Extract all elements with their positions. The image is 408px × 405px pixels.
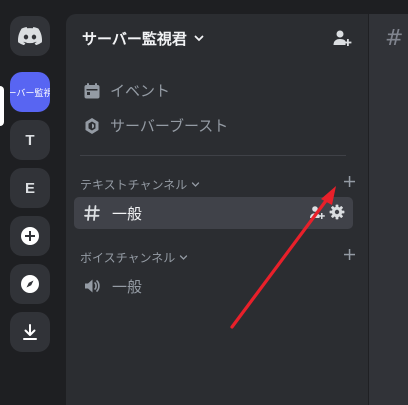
- server-name: サーバー監視君: [82, 29, 187, 48]
- chevron-down-icon: [192, 181, 200, 187]
- server-icon-e[interactable]: E: [10, 168, 50, 208]
- invite-people-button[interactable]: [332, 28, 352, 52]
- server-icon-t[interactable]: T: [10, 120, 50, 160]
- channel-settings-button[interactable]: [329, 204, 345, 224]
- events-item[interactable]: イベント: [82, 80, 170, 101]
- server-icon-t-label: T: [25, 131, 35, 149]
- category-label: テキストチャンネル: [80, 177, 188, 192]
- plus-icon: [344, 249, 355, 260]
- invite-to-channel-button[interactable]: [309, 204, 325, 224]
- server-icon-e-label: E: [24, 179, 35, 197]
- voice-channels-category[interactable]: ボイスチャンネル: [80, 247, 356, 267]
- server-boost-label: サーバーブースト: [110, 117, 229, 135]
- chevron-down-icon: [194, 35, 204, 42]
- chevron-down-icon: [180, 254, 188, 260]
- category-label: ボイスチャンネル: [80, 250, 176, 265]
- explore-button[interactable]: [10, 264, 50, 304]
- channel-item-general-voice[interactable]: 一般: [74, 270, 353, 302]
- server-icon-active[interactable]: サーバー監視君: [10, 72, 50, 112]
- add-user-icon: [310, 206, 325, 219]
- discord-logo-icon: [18, 27, 42, 45]
- speaker-icon: [82, 276, 102, 296]
- channel-hashtag-icon: #: [385, 26, 404, 51]
- calendar-icon: [82, 81, 102, 101]
- discord-home-button[interactable]: [10, 16, 50, 56]
- plus-icon: [344, 176, 355, 187]
- create-voice-channel-button[interactable]: [343, 248, 356, 264]
- channel-name: 一般: [112, 277, 143, 296]
- compass-icon: [21, 275, 39, 293]
- add-server-button[interactable]: [10, 216, 50, 256]
- download-icon: [23, 324, 37, 340]
- divider: [80, 155, 346, 156]
- events-label: イベント: [110, 82, 171, 100]
- plus-circle-icon: [21, 227, 39, 245]
- server-boost-item[interactable]: サーバーブースト: [82, 115, 228, 136]
- channel-name: 一般: [112, 204, 143, 223]
- server-rail: サーバー監視君 T E: [0, 0, 66, 405]
- server-header[interactable]: サーバー監視君: [66, 14, 368, 62]
- create-text-channel-button[interactable]: [343, 175, 356, 191]
- channel-item-general-text[interactable]: 一般: [74, 197, 353, 229]
- boost-icon: [82, 116, 102, 136]
- channel-sidebar: サーバー監視君 イベント サーバーブースト テキストチャンネル 一般 ボイスチャ…: [66, 14, 368, 405]
- text-channels-category[interactable]: テキストチャンネル: [80, 174, 356, 194]
- add-user-icon: [333, 30, 352, 46]
- server-icon-label: サーバー監視君: [10, 87, 50, 98]
- hashtag-icon: [82, 203, 102, 223]
- download-apps-button[interactable]: [10, 312, 50, 352]
- gear-icon: [329, 204, 345, 220]
- active-server-indicator: [0, 86, 4, 126]
- chat-area: #: [368, 14, 408, 405]
